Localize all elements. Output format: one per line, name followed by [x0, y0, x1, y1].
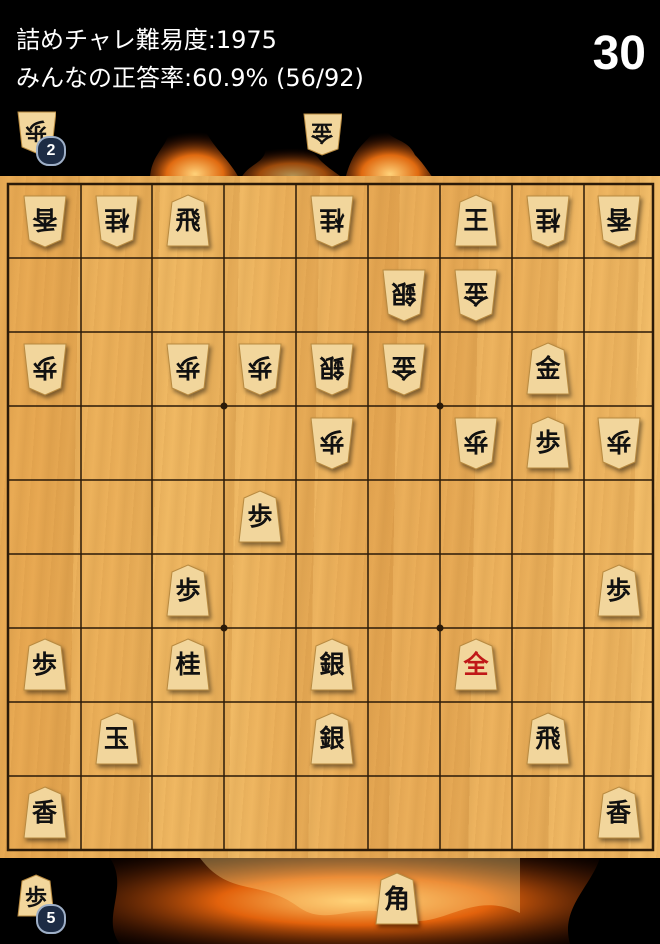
sente-silver-piece[interactable]: 銀 [309, 638, 355, 692]
sente-king-piece[interactable]: 玉 [94, 712, 140, 766]
piece-glyph: 歩 [535, 428, 561, 457]
piece-glyph: 金 [463, 279, 489, 308]
gote-pawn-piece[interactable]: 歩 [596, 416, 642, 470]
piece-glyph: 桂 [319, 205, 345, 234]
sente-king-piece[interactable]: 王 [453, 194, 499, 248]
piece-glyph: 歩 [606, 427, 632, 456]
difficulty-label: 詰めチャレ難易度:1975 [16, 26, 277, 54]
piece-glyph: 歩 [247, 502, 273, 531]
piece-glyph: 桂 [535, 205, 561, 234]
piece-glyph: 銀 [319, 650, 345, 679]
piece-glyph: 飛 [535, 724, 561, 753]
piece-glyph: 歩 [319, 427, 345, 456]
shogi-board[interactable]: 香桂飛桂王桂香銀金歩歩歩銀金金歩歩歩歩歩歩歩歩桂銀全玉銀飛香香 [0, 176, 660, 858]
sente-promoted-silver-piece[interactable]: 全 [453, 638, 499, 692]
piece-glyph: 全 [463, 650, 489, 679]
piece-glyph: 香 [32, 205, 58, 234]
flame-decoration-bottom [110, 858, 600, 944]
gote-knight-piece[interactable]: 桂 [309, 194, 355, 248]
piece-glyph: 銀 [391, 279, 417, 308]
sente-pawn-count-badge: 5 [36, 904, 66, 934]
countdown-timer: 30 [592, 27, 646, 80]
piece-glyph: 歩 [463, 427, 489, 456]
piece-glyph: 歩 [175, 353, 201, 382]
sente-lance-piece[interactable]: 香 [22, 786, 68, 840]
piece-glyph: 香 [31, 798, 57, 827]
gote-pawn-piece[interactable]: 歩 [453, 416, 499, 470]
gote-silver-piece[interactable]: 銀 [309, 342, 355, 396]
gote-pawn-piece[interactable]: 歩 [165, 342, 211, 396]
sente-rook-piece[interactable]: 飛 [165, 194, 211, 248]
sente-pawn-piece[interactable]: 歩 [596, 564, 642, 618]
piece-glyph: 金 [311, 119, 334, 145]
sente-pawn-piece[interactable]: 歩 [237, 490, 283, 544]
piece-glyph: 歩 [605, 576, 631, 605]
sente-pawn-piece[interactable]: 歩 [165, 564, 211, 618]
sente-knight-piece[interactable]: 桂 [165, 638, 211, 692]
piece-glyph: 銀 [319, 353, 345, 382]
piece-glyph: 金 [535, 354, 561, 383]
sente-gold-piece[interactable]: 金 [525, 342, 571, 396]
gote-pawn-piece[interactable]: 歩 [309, 416, 355, 470]
gote-silver-piece[interactable]: 銀 [381, 268, 427, 322]
correct-rate-label: みんなの正答率:60.9% (56/92) [16, 64, 364, 92]
sente-silver-piece[interactable]: 銀 [309, 712, 355, 766]
piece-glyph: 香 [606, 205, 632, 234]
sente-pawn-piece[interactable]: 歩 [22, 638, 68, 692]
piece-glyph: 歩 [31, 650, 57, 679]
gote-pawn-count-badge: 2 [36, 136, 66, 166]
gote-lance-piece[interactable]: 香 [596, 194, 642, 248]
gote-pawn-piece[interactable]: 歩 [22, 342, 68, 396]
gote-gold-piece[interactable]: 金 [381, 342, 427, 396]
sente-hand-bishop[interactable]: 角 [374, 872, 420, 928]
piece-glyph: 玉 [103, 724, 129, 753]
piece-glyph: 桂 [175, 650, 201, 679]
piece-glyph: 王 [463, 206, 489, 235]
sente-lance-piece[interactable]: 香 [596, 786, 642, 840]
gote-pawn-piece[interactable]: 歩 [237, 342, 283, 396]
piece-glyph: 桂 [104, 205, 130, 234]
sente-rook-piece[interactable]: 飛 [525, 712, 571, 766]
gote-knight-piece[interactable]: 桂 [94, 194, 140, 248]
piece-glyph: 歩 [175, 576, 201, 605]
piece-glyph: 角 [383, 885, 410, 915]
gote-lance-piece[interactable]: 香 [22, 194, 68, 248]
piece-glyph: 歩 [32, 353, 58, 382]
piece-glyph: 銀 [319, 724, 345, 753]
piece-glyph: 歩 [247, 353, 273, 382]
gote-knight-piece[interactable]: 桂 [525, 194, 571, 248]
gote-hand-gold[interactable]: 金 [302, 108, 343, 156]
piece-glyph: 飛 [175, 206, 201, 235]
piece-glyph: 香 [605, 798, 631, 827]
gote-gold-piece[interactable]: 金 [453, 268, 499, 322]
piece-glyph: 金 [391, 353, 417, 382]
sente-pawn-piece[interactable]: 歩 [525, 416, 571, 470]
